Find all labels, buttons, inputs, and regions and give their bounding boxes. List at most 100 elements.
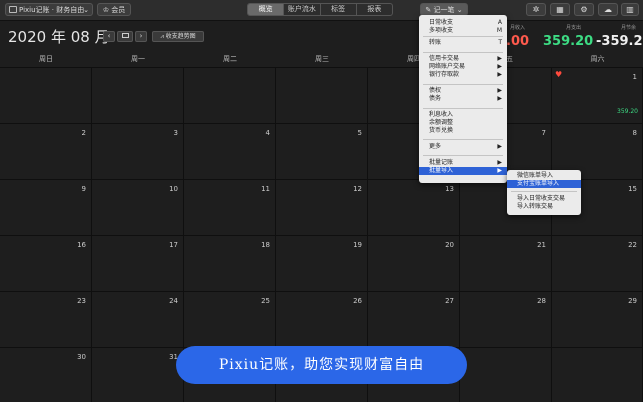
- day-cell[interactable]: 16: [0, 235, 92, 291]
- day-cell[interactable]: 30: [0, 347, 92, 402]
- day-cell[interactable]: 29: [552, 291, 643, 347]
- menu-item[interactable]: 债务 ▶: [419, 95, 507, 103]
- menu-separator: [423, 139, 503, 140]
- menu-item-label: 余额调整: [429, 119, 454, 126]
- day-cell[interactable]: 13: [368, 179, 460, 235]
- menu-item-label: 银行存取款: [429, 71, 460, 78]
- tab-reports[interactable]: 报表: [357, 4, 392, 15]
- cloud-icon[interactable]: ☁: [598, 3, 618, 16]
- gear-icon[interactable]: ⚙: [574, 3, 594, 16]
- menu-item[interactable]: 更多 ▶: [419, 143, 507, 151]
- submenu-item-label: 微信账单导入: [517, 172, 554, 179]
- day-number: 12: [353, 185, 362, 193]
- menu-item-shortcut: M: [496, 27, 502, 34]
- trend-label: 收支趋势图: [165, 33, 196, 40]
- heart-icon: ♥: [555, 70, 563, 79]
- submenu-item[interactable]: 导入转账交易: [507, 203, 581, 211]
- day-cell[interactable]: 2: [0, 123, 92, 179]
- day-cell[interactable]: 25: [184, 291, 276, 347]
- toolbar: Pixiu记账 · 财务自由 ⌄ ♔ 会员 概览 账户流水 标签 报表 ✎ 记一笔…: [0, 0, 643, 21]
- day-cell[interactable]: 3: [92, 123, 184, 179]
- day-cell[interactable]: 28: [460, 291, 552, 347]
- menu-item[interactable]: 多项收支 M: [419, 27, 507, 35]
- menu-separator: [423, 84, 503, 85]
- day-cell[interactable]: 19: [276, 235, 368, 291]
- day-cell[interactable]: [0, 67, 92, 123]
- menu-item[interactable]: 批量导入 ▶: [419, 167, 507, 175]
- submenu-item-label: 支付宝账单导入: [517, 180, 560, 187]
- menu-item[interactable]: 货币兑换: [419, 127, 507, 135]
- day-cell[interactable]: 12: [276, 179, 368, 235]
- tab-account-flow[interactable]: 账户流水: [284, 4, 321, 15]
- day-cell[interactable]: 26: [276, 291, 368, 347]
- day-expense-amount: 359.20: [617, 108, 638, 115]
- day-cell[interactable]: 24: [92, 291, 184, 347]
- day-cell[interactable]: 27: [368, 291, 460, 347]
- menu-separator: [423, 155, 503, 156]
- view-tabs: 概览 账户流水 标签 报表: [247, 3, 393, 16]
- menu-item[interactable]: 信用卡交易 ▶: [419, 55, 507, 63]
- day-cell[interactable]: [552, 347, 643, 402]
- day-number: 29: [628, 297, 637, 305]
- day-number: 7: [541, 129, 546, 137]
- tab-overview[interactable]: 概览: [248, 4, 285, 15]
- submenu-item[interactable]: 微信账单导入: [507, 172, 581, 180]
- day-cell[interactable]: 11: [184, 179, 276, 235]
- submenu-item-label: 导入日常收支交易: [517, 195, 566, 202]
- calendar-icon: [121, 33, 129, 38]
- day-cell[interactable]: [184, 67, 276, 123]
- day-number: 8: [632, 129, 637, 137]
- tab-tags[interactable]: 标签: [321, 4, 357, 15]
- menu-item[interactable]: 网络账户交易 ▶: [419, 63, 507, 71]
- day-cell[interactable]: 31: [92, 347, 184, 402]
- member-button[interactable]: ♔ 会员: [97, 3, 131, 16]
- day-cell[interactable]: 18: [184, 235, 276, 291]
- day-cell[interactable]: 20: [368, 235, 460, 291]
- menu-item[interactable]: 日常收支 A: [419, 19, 507, 27]
- menu-item[interactable]: 余额调整: [419, 119, 507, 127]
- submenu-item[interactable]: 导入日常收支交易: [507, 195, 581, 203]
- day-number: 15: [628, 185, 637, 193]
- day-cell[interactable]: 4: [184, 123, 276, 179]
- menu-item[interactable]: 转账 T: [419, 39, 507, 47]
- quill-icon: ✎: [425, 6, 432, 14]
- day-cell[interactable]: 17: [92, 235, 184, 291]
- day-cell[interactable]: 21: [460, 235, 552, 291]
- trend-chart-button[interactable]: ⩘ 收支趋势图: [152, 31, 204, 42]
- book-selector[interactable]: Pixiu记账 · 财务自由 ⌄: [5, 3, 93, 16]
- add-record-label: 记一笔: [433, 6, 455, 14]
- menu-item[interactable]: 利息收入: [419, 111, 507, 119]
- menu-item-label: 信用卡交易: [429, 55, 460, 62]
- menu-item-label: 网络账户交易: [429, 63, 466, 70]
- next-month-button[interactable]: ›: [135, 31, 147, 42]
- day-cell[interactable]: [92, 67, 184, 123]
- day-cell[interactable]: 9: [0, 179, 92, 235]
- prev-month-button[interactable]: ‹: [103, 31, 115, 42]
- menu-item-shortcut: ▶: [497, 55, 502, 62]
- menu-separator: [423, 36, 503, 37]
- submenu-item[interactable]: 支付宝账单导入: [507, 180, 581, 188]
- today-button[interactable]: [117, 31, 133, 42]
- menu-item[interactable]: 银行存取款 ▶: [419, 71, 507, 79]
- day-cell[interactable]: 5: [276, 123, 368, 179]
- day-cell[interactable]: [276, 67, 368, 123]
- weekday-header: 周三: [315, 55, 329, 63]
- day-cell[interactable]: 23: [0, 291, 92, 347]
- sidebar-icon[interactable]: ▥: [621, 3, 639, 16]
- day-cell[interactable]: [460, 347, 552, 402]
- calculator-icon[interactable]: ▦: [550, 3, 570, 16]
- day-cell[interactable]: 10: [92, 179, 184, 235]
- add-record-menu: 日常收支 A 多项收支 M 转账 T 信用卡交易 ▶ 网络账户交易 ▶ 银行存取款 ▶ 债权 ▶ 债务 ▶ 利息…: [419, 15, 507, 183]
- day-cell[interactable]: 1 ♥ 359.20: [552, 67, 643, 123]
- menu-item[interactable]: 债权 ▶: [419, 87, 507, 95]
- magic-icon[interactable]: ✲: [526, 3, 546, 16]
- menu-item-shortcut: ▶: [497, 167, 502, 174]
- balance-label: 月节余: [621, 25, 637, 31]
- menu-item-label: 批量导入: [429, 167, 454, 174]
- weekday-header: 周二: [223, 55, 237, 63]
- menu-item[interactable]: 批量记账 ▶: [419, 159, 507, 167]
- day-number: 22: [628, 241, 637, 249]
- day-number: 17: [169, 241, 178, 249]
- day-cell[interactable]: 22: [552, 235, 643, 291]
- batch-import-submenu: 微信账单导入 支付宝账单导入 导入日常收支交易 导入转账交易: [507, 170, 581, 215]
